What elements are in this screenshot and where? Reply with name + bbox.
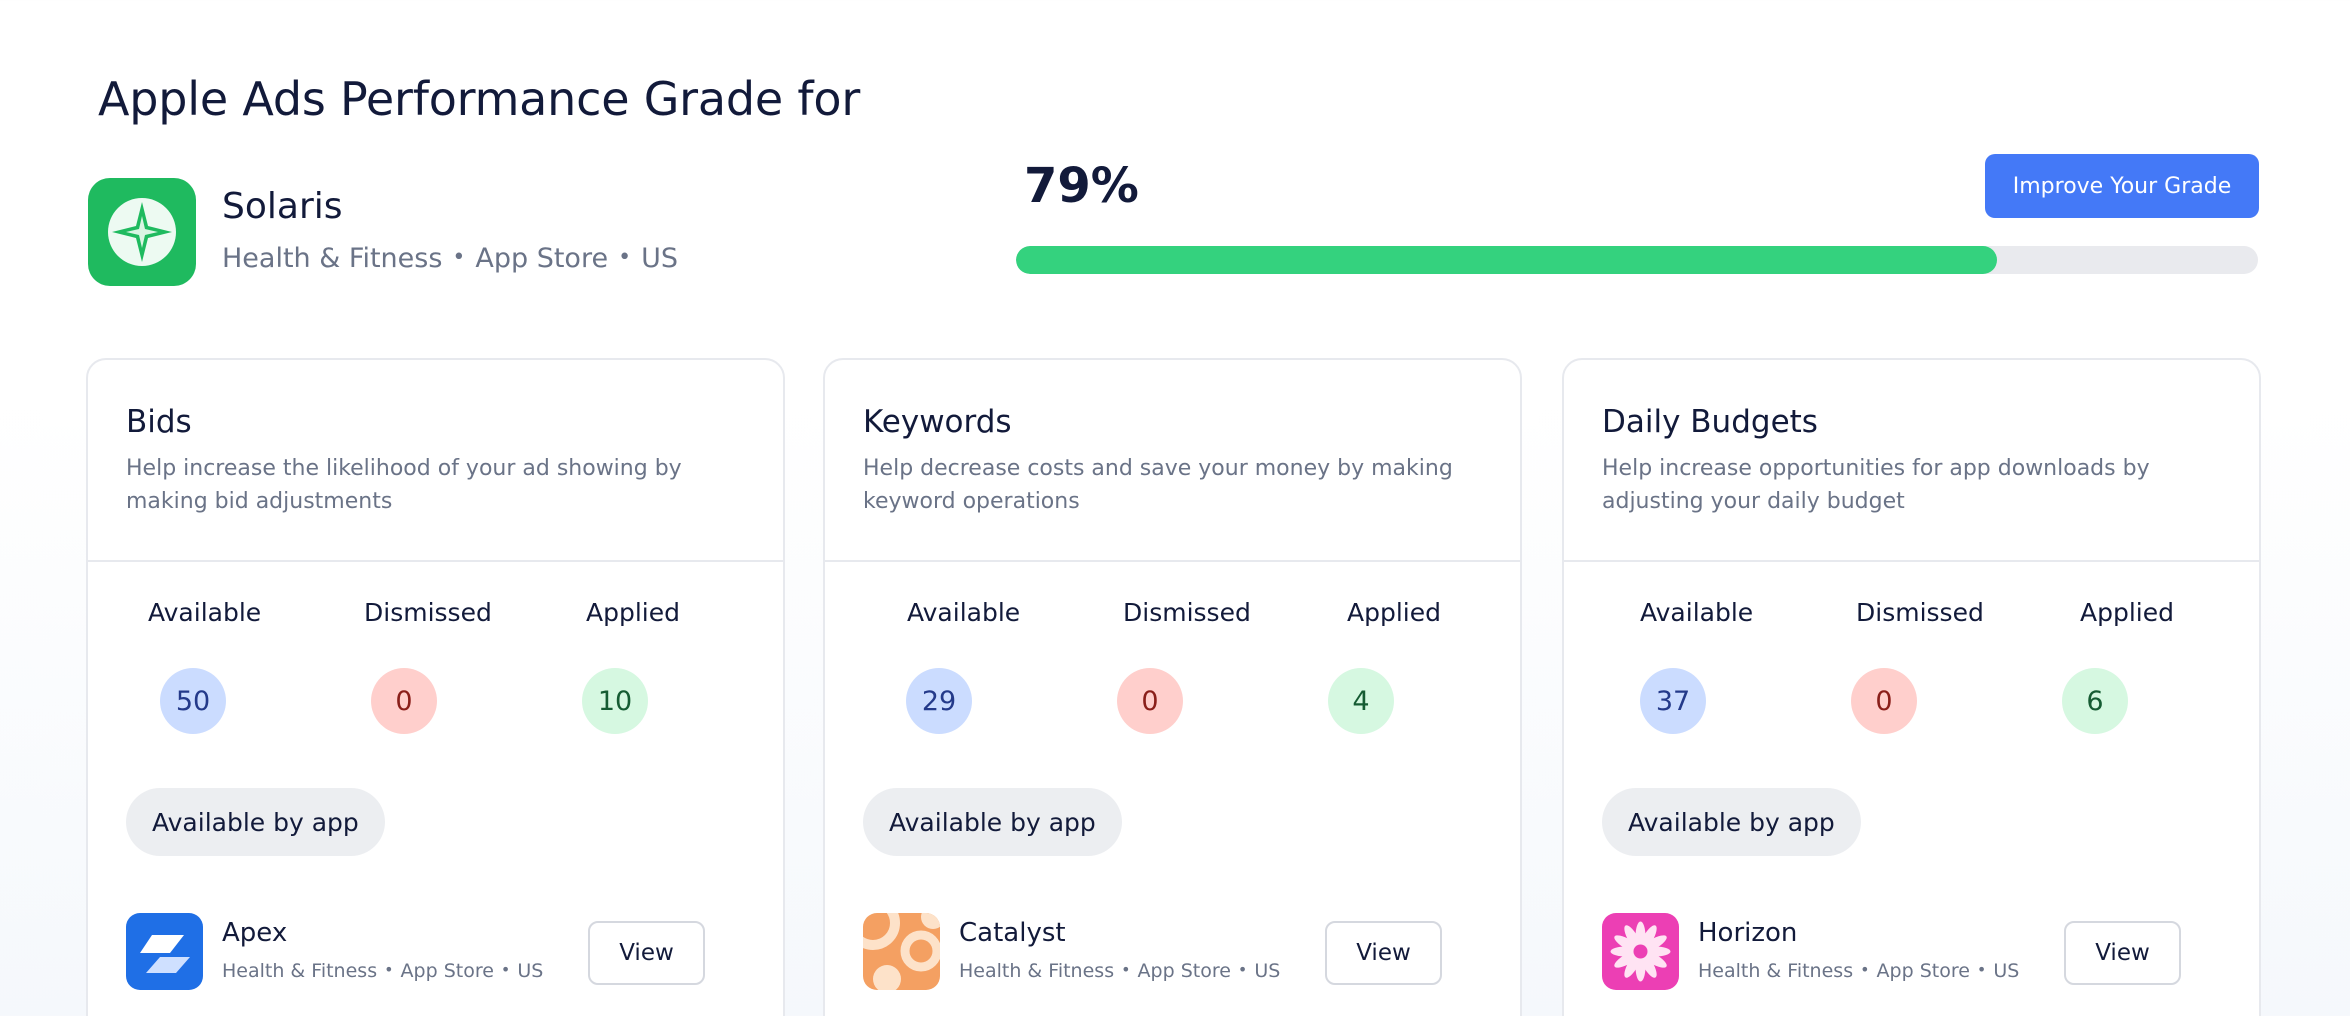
app-name: Solaris [222, 186, 343, 227]
stats-row: Available Dismissed Applied 37 0 6 [1564, 562, 2259, 792]
app-list-store: App Store [1137, 959, 1231, 982]
dismissed-count-badge: 0 [1851, 668, 1917, 734]
solaris-app-icon [88, 178, 196, 286]
catalyst-app-icon [863, 913, 940, 990]
app-header: Solaris Health & Fitness • App Store • US [88, 178, 678, 286]
grade-percent: 79% [1024, 158, 1139, 214]
separator-dot: • [500, 959, 511, 979]
grade-progress-bar [1016, 246, 2258, 274]
app-list-name: Catalyst [959, 917, 1066, 948]
improve-grade-button[interactable]: Improve Your Grade [1985, 154, 2259, 218]
app-list-country: US [1993, 959, 2020, 982]
available-label: Available [1640, 598, 1754, 627]
bids-card: Bids Help increase the likelihood of you… [86, 358, 785, 1016]
app-list-category: Health & Fitness [222, 959, 378, 982]
app-list-subtitle: Health & Fitness • App Store • US [222, 960, 543, 982]
grade-progress-fill [1016, 246, 1998, 274]
app-list-category: Health & Fitness [1698, 959, 1854, 982]
available-label: Available [907, 598, 1021, 627]
keywords-card: Keywords Help decrease costs and save yo… [823, 358, 1522, 1016]
applied-count-badge: 4 [1328, 668, 1394, 734]
separator-dot: • [1976, 959, 1987, 979]
dismissed-count-badge: 0 [1117, 668, 1183, 734]
app-list-subtitle: Health & Fitness • App Store • US [959, 960, 1280, 982]
app-list-item: Catalyst Health & Fitness • App Store • US [863, 913, 1280, 990]
separator-dot: • [1121, 959, 1131, 979]
stats-row: Available Dismissed Applied 29 0 4 [825, 562, 1520, 792]
applied-count-badge: 6 [2062, 668, 2128, 734]
available-by-app-tab[interactable]: Available by app [126, 788, 385, 856]
card-title: Bids [126, 404, 192, 440]
app-list-store: App Store [1876, 959, 1970, 982]
card-description: Help increase the likelihood of your ad … [126, 456, 682, 514]
available-by-app-tab[interactable]: Available by app [863, 788, 1122, 856]
applied-label: Applied [1347, 598, 1441, 627]
apex-app-icon [126, 913, 203, 990]
dismissed-count-badge: 0 [371, 668, 437, 734]
view-button[interactable]: View [1325, 921, 1442, 985]
stats-row: Available Dismissed Applied 50 0 10 [88, 562, 783, 792]
available-count-badge: 50 [160, 668, 226, 734]
app-list-country: US [517, 959, 544, 982]
separator-dot: • [452, 245, 466, 270]
app-store: App Store [475, 243, 609, 274]
applied-label: Applied [2080, 598, 2174, 627]
available-count-badge: 29 [906, 668, 972, 734]
separator-dot: • [1237, 959, 1248, 979]
card-description: Help increase opportunities for app down… [1602, 456, 2150, 514]
view-button[interactable]: View [2064, 921, 2181, 985]
separator-dot: • [384, 959, 394, 979]
app-list-item: Horizon Health & Fitness • App Store • US [1602, 913, 2019, 990]
card-title: Daily Budgets [1602, 404, 1818, 440]
app-list-meta: Horizon Health & Fitness • App Store • US [1698, 918, 2019, 982]
app-list-country: US [1254, 959, 1281, 982]
app-list-item: Apex Health & Fitness • App Store • US [126, 913, 543, 990]
app-list-category: Health & Fitness [959, 959, 1115, 982]
available-label: Available [148, 598, 262, 627]
available-count-badge: 37 [1640, 668, 1706, 734]
applied-label: Applied [586, 598, 680, 627]
app-list-name: Horizon [1698, 917, 1798, 948]
card-header: Daily Budgets Help increase opportunitie… [1564, 360, 2259, 562]
app-category: Health & Fitness [222, 243, 443, 274]
dismissed-label: Dismissed [364, 598, 492, 627]
page-title: Apple Ads Performance Grade for [98, 72, 861, 126]
app-country: US [641, 243, 678, 274]
daily-budgets-card: Daily Budgets Help increase opportunitie… [1562, 358, 2261, 1016]
available-by-app-tab[interactable]: Available by app [1602, 788, 1861, 856]
app-list-subtitle: Health & Fitness • App Store • US [1698, 960, 2019, 982]
app-subtitle: Health & Fitness • App Store • US [222, 243, 678, 274]
dismissed-label: Dismissed [1856, 598, 1984, 627]
app-meta: Solaris Health & Fitness • App Store • US [222, 186, 678, 274]
horizon-app-icon [1602, 913, 1679, 990]
applied-count-badge: 10 [582, 668, 648, 734]
separator-dot: • [618, 245, 632, 270]
app-list-meta: Apex Health & Fitness • App Store • US [222, 918, 543, 982]
app-list-meta: Catalyst Health & Fitness • App Store • US [959, 918, 1280, 982]
view-button[interactable]: View [588, 921, 705, 985]
card-header: Bids Help increase the likelihood of you… [88, 360, 783, 562]
app-list-name: Apex [222, 917, 288, 948]
card-title: Keywords [863, 404, 1012, 440]
app-list-store: App Store [400, 959, 494, 982]
separator-dot: • [1860, 959, 1870, 979]
card-description: Help decrease costs and save your money … [863, 456, 1453, 514]
card-header: Keywords Help decrease costs and save yo… [825, 360, 1520, 562]
dismissed-label: Dismissed [1123, 598, 1251, 627]
